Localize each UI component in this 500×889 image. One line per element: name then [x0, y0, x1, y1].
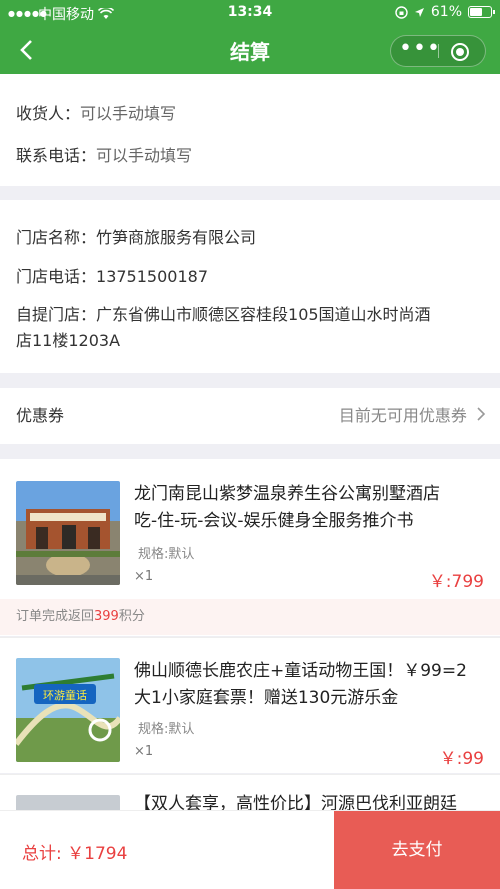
product-title-line: 大1小家庭套票！赠送130元游乐金 — [134, 688, 399, 708]
store-pickup-row: 自提门店：广东省佛山市顺德区容桂段105国道山水时尚酒 店11楼1203A — [16, 302, 431, 354]
store-pickup-value-cont: 店11楼1203A — [16, 331, 121, 350]
product-title-line: 佛山顺德长鹿农庄+童话动物王国！￥99=2 — [134, 661, 467, 681]
product-thumbnail-resort — [16, 481, 120, 585]
points-note: 订单完成返回399积分 — [0, 599, 500, 635]
mini-program-capsule: ••• — [390, 35, 486, 67]
coupon-value[interactable]: 目前无可用优惠券 — [339, 402, 486, 426]
pay-button[interactable]: 去支付 — [334, 811, 500, 889]
store-name-label: 门店名称： — [16, 228, 97, 247]
points-prefix: 订单完成返回 — [16, 609, 95, 624]
product-item[interactable]: 环游童话 佛山顺德长鹿农庄+童话动物王国！￥99=2 大1小家庭套票！赠送130… — [0, 637, 500, 773]
product-spec: 规格:默认 — [138, 722, 195, 737]
lock-rotation-icon — [395, 5, 408, 19]
product-title: 龙门南昆山紫梦温泉养生谷公寓别墅酒店 吃-住-玩-会议-娱乐健身全服务推介书 — [134, 481, 484, 535]
points-value: 399 — [94, 609, 119, 624]
receiver-name-label: 收货人： — [16, 104, 81, 123]
location-arrow-icon — [414, 7, 424, 17]
capsule-divider — [438, 44, 439, 58]
battery-icon — [468, 6, 495, 18]
receiver-name-field[interactable]: 可以手动填写 — [80, 104, 176, 123]
nav-bar: 结算 ••• — [0, 26, 500, 74]
target-icon[interactable] — [451, 43, 469, 61]
coupon-value-text: 目前无可用优惠券 — [338, 406, 467, 425]
product-title-line: 吃-住-玩-会议-娱乐健身全服务推介书 — [134, 511, 414, 531]
store-pickup-label: 自提门店： — [16, 305, 97, 324]
store-pickup-value: 广东省佛山市顺德区容桂段105国道山水时尚酒 — [96, 305, 431, 324]
store-phone-value: 13751500187 — [96, 267, 208, 286]
receiver-name-row[interactable]: 收货人：可以手动填写 — [16, 100, 176, 124]
battery-fill — [470, 8, 482, 16]
status-bar: ●●●●● 中国移动 13:34 61% — [0, 0, 500, 26]
product-item[interactable]: 【双人套享，高性价比】河源巴伐利亚朗廷 — [0, 774, 500, 814]
receiver-phone-row[interactable]: 联系电话：可以手动填写 — [16, 142, 192, 166]
product-quantity: ×1 — [134, 569, 154, 584]
coupon-label: 优惠券 — [16, 406, 65, 425]
checkout-bar: 总计: ￥1794 去支付 — [0, 810, 500, 889]
store-name-value: 竹笋商旅服务有限公司 — [96, 228, 257, 247]
coupon-row[interactable]: 优惠券 目前无可用优惠券 — [0, 388, 500, 444]
receiver-section: 收货人：可以手动填写 联系电话：可以手动填写 — [0, 74, 500, 186]
battery-percent: 61% — [430, 4, 462, 20]
receiver-phone-label: 联系电话： — [16, 146, 97, 165]
store-section: 门店名称：竹笋商旅服务有限公司 门店电话：13751500187 自提门店：广东… — [0, 200, 500, 373]
more-dots-icon[interactable]: ••• — [399, 36, 440, 66]
product-title: 佛山顺德长鹿农庄+童话动物王国！￥99=2 大1小家庭套票！赠送130元游乐金 — [134, 658, 484, 712]
product-spec: 规格:默认 — [138, 547, 195, 562]
product-title-line: 龙门南昆山紫梦温泉养生谷公寓别墅酒店 — [134, 484, 440, 504]
receiver-phone-field[interactable]: 可以手动填写 — [96, 146, 192, 165]
store-phone-label: 门店电话： — [16, 267, 97, 286]
product-quantity: ×1 — [134, 744, 154, 759]
order-total: 总计: ￥1794 — [22, 844, 128, 864]
product-price: ￥:99 — [439, 749, 484, 769]
store-name-row: 门店名称：竹笋商旅服务有限公司 — [16, 224, 256, 248]
product-item[interactable]: 龙门南昆山紫梦温泉养生谷公寓别墅酒店 吃-住-玩-会议-娱乐健身全服务推介书 规… — [0, 459, 500, 636]
svg-text:环游童话: 环游童话 — [43, 688, 87, 702]
points-suffix: 积分 — [118, 609, 145, 624]
store-phone-row: 门店电话：13751500187 — [16, 263, 208, 287]
product-thumbnail-themepark: 环游童话 — [16, 658, 120, 762]
product-price: ￥:799 — [428, 572, 484, 592]
chevron-right-icon — [477, 407, 486, 421]
